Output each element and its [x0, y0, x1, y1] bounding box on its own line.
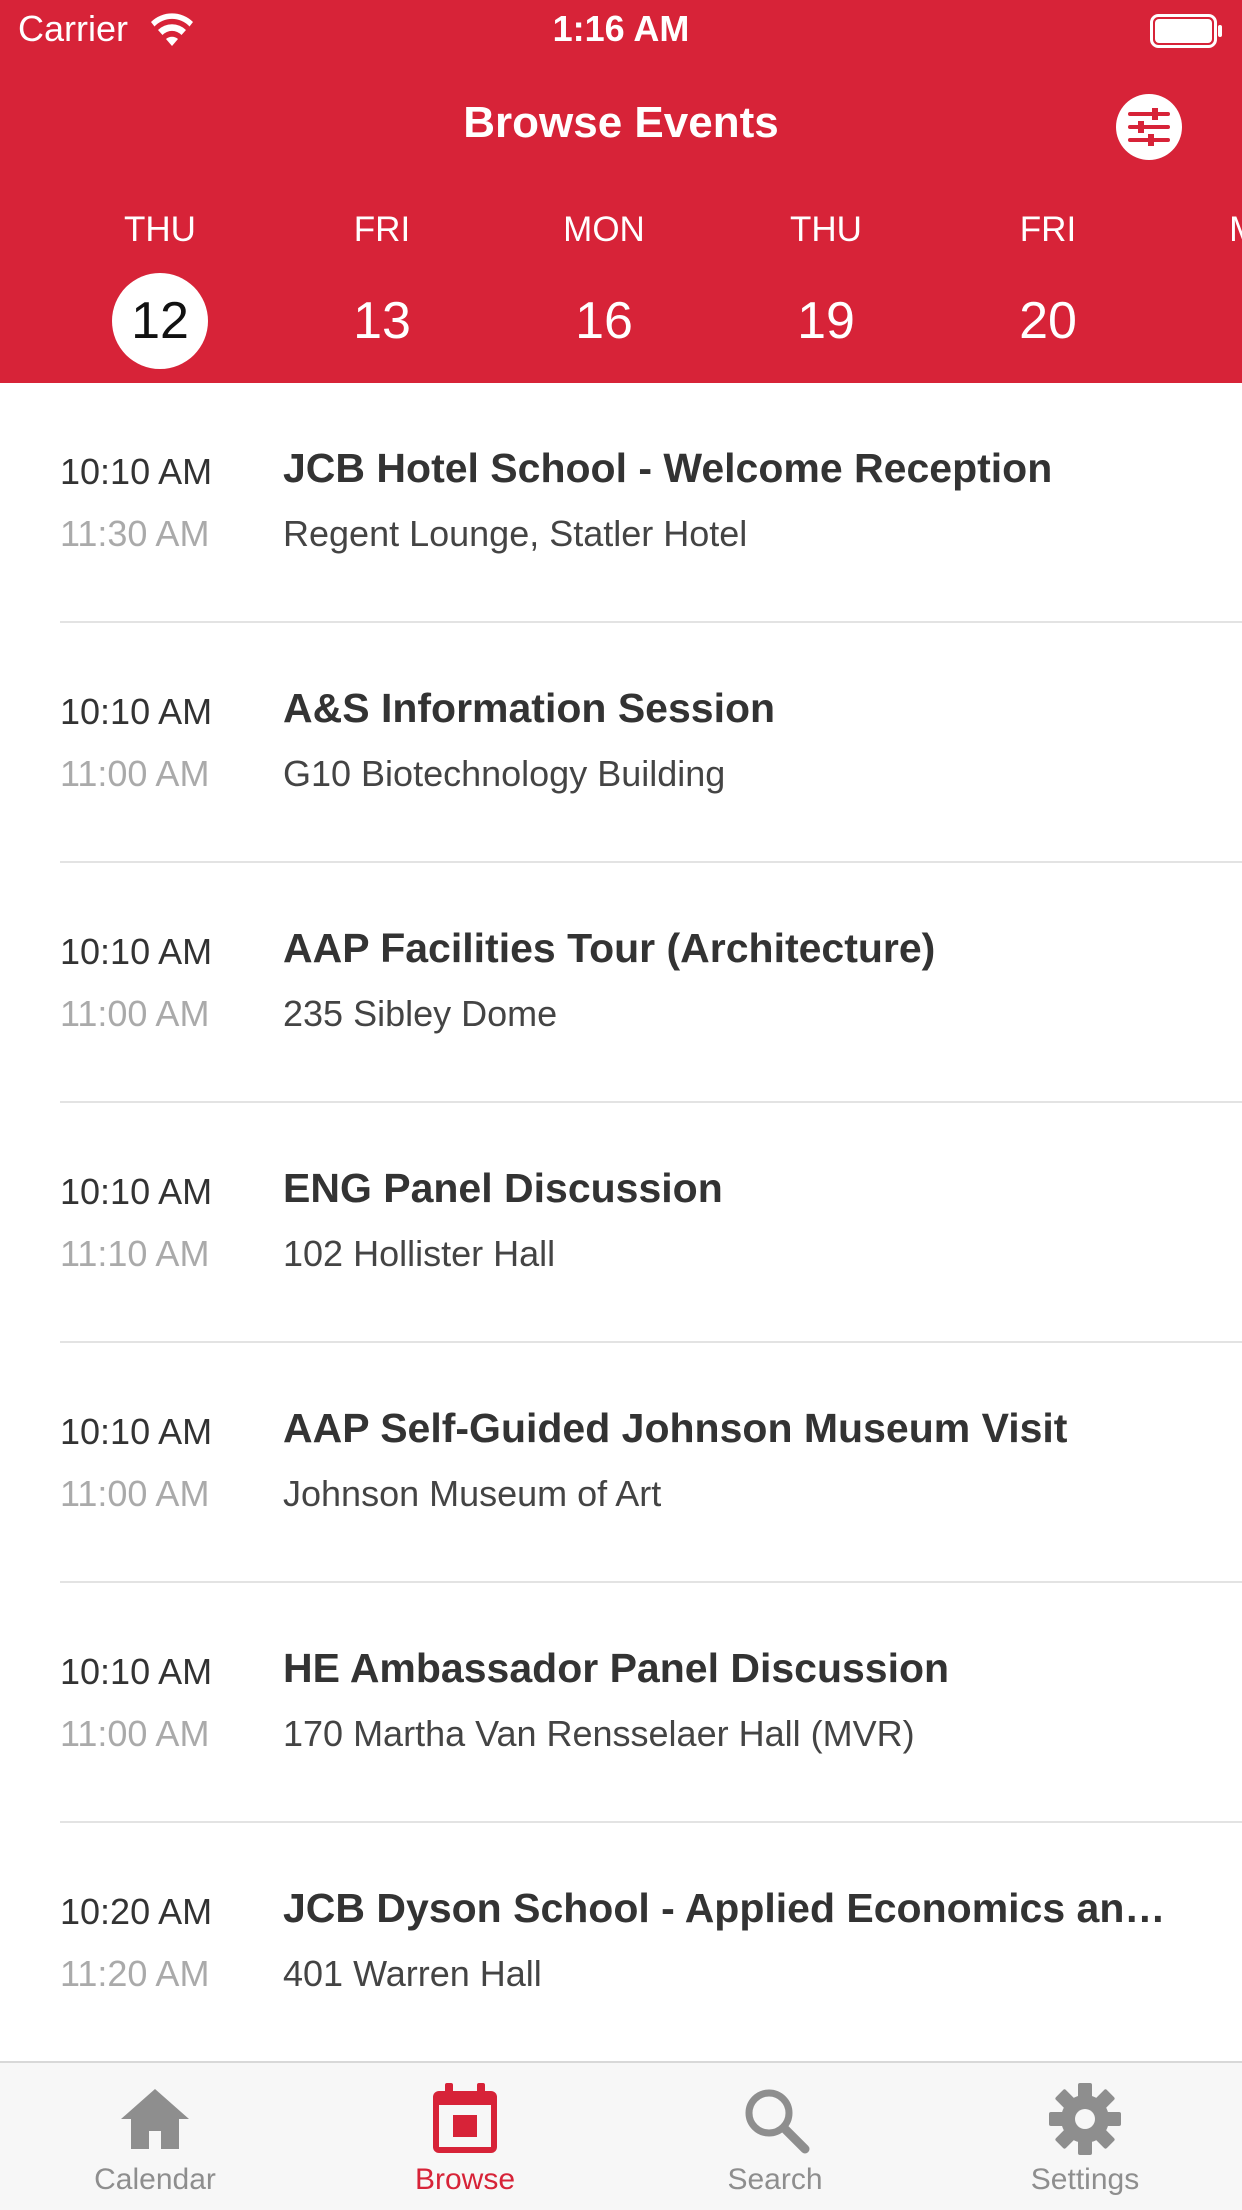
date-item[interactable]: FRI 13 — [302, 205, 462, 369]
date-day: 19 — [797, 292, 855, 350]
event-list: 10:10 AM 11:30 AM JCB Hotel School - Wel… — [0, 383, 1242, 2063]
event-title: HE Ambassador Panel Discussion — [283, 1645, 950, 1691]
event-start-time: 10:10 AM — [60, 1411, 213, 1452]
event-start-time: 10:10 AM — [60, 1651, 213, 1692]
event-row[interactable]: 10:10 AM 11:00 AM A&S Information Sessio… — [0, 623, 1242, 863]
event-row[interactable]: 10:10 AM 11:10 AM ENG Panel Discussion 1… — [0, 1103, 1242, 1343]
header: Carrier 1:16 AM Browse Events THU 12 FRI… — [0, 0, 1242, 383]
date-weekday: MON — [563, 210, 645, 249]
event-title: ENG Panel Discussion — [283, 1165, 723, 1211]
event-start-time: 10:10 AM — [60, 451, 213, 492]
date-item[interactable]: THU 19 — [746, 205, 906, 369]
event-row[interactable]: 10:10 AM 11:30 AM JCB Hotel School - Wel… — [0, 383, 1242, 623]
battery-icon — [1150, 14, 1222, 48]
tab-label: Search — [727, 2163, 823, 2196]
event-location: 235 Sibley Dome — [283, 993, 558, 1034]
event-location: Johnson Museum of Art — [283, 1473, 662, 1514]
date-weekday: THU — [790, 210, 862, 249]
tab-browse[interactable]: Browse — [310, 2063, 620, 2210]
event-row[interactable]: 10:10 AM 11:00 AM HE Ambassador Panel Di… — [0, 1583, 1242, 1823]
event-end-time: 11:30 AM — [60, 513, 210, 554]
page-title: Browse Events — [463, 98, 779, 147]
date-day: 12 — [112, 273, 208, 369]
tab-label: Browse — [414, 2163, 516, 2196]
tab-bar: Calendar Browse Search Settings — [0, 2061, 1242, 2210]
date-weekday: FRI — [353, 210, 411, 249]
event-title: AAP Facilities Tour (Architecture) — [283, 925, 936, 971]
calendar-icon — [433, 2083, 497, 2153]
date-item[interactable]: FRI 20 — [968, 205, 1128, 369]
event-row[interactable]: 10:10 AM 11:00 AM AAP Self-Guided Johnso… — [0, 1343, 1242, 1583]
event-title: A&S Information Session — [283, 685, 776, 731]
event-location: 102 Hollister Hall — [283, 1233, 556, 1274]
tab-search[interactable]: Search — [620, 2063, 930, 2210]
date-item[interactable]: MON 16 — [524, 205, 684, 369]
event-start-time: 10:10 AM — [60, 1171, 213, 1212]
event-location: 401 Warren Hall — [283, 1953, 542, 1994]
tab-label: Calendar — [94, 2163, 216, 2196]
sliders-icon — [1128, 108, 1170, 146]
date-day: 20 — [1019, 292, 1077, 350]
tab-label: Settings — [1030, 2163, 1140, 2196]
status-bar: Carrier 1:16 AM — [0, 0, 1242, 60]
tab-calendar[interactable]: Calendar — [0, 2063, 310, 2210]
event-row[interactable]: 10:10 AM 11:00 AM AAP Facilities Tour (A… — [0, 863, 1242, 1103]
date-strip: THU 12 FRI 13 MON 16 THU 19 FRI 20 MON 2… — [0, 205, 1242, 375]
event-end-time: 11:00 AM — [60, 1713, 210, 1754]
event-row[interactable]: 10:20 AM 11:20 AM JCB Dyson School - App… — [0, 1823, 1242, 2063]
event-end-time: 11:00 AM — [60, 1473, 210, 1514]
event-end-time: 11:00 AM — [60, 753, 210, 794]
date-item[interactable]: MON 23 — [1190, 205, 1242, 369]
event-location: 170 Martha Van Rensselaer Hall (MVR) — [283, 1713, 915, 1754]
date-day: 13 — [353, 292, 411, 350]
filter-button[interactable] — [1116, 94, 1182, 160]
status-time: 1:16 AM — [552, 8, 690, 49]
event-title: JCB Dyson School - Applied Economics and… — [283, 1885, 1183, 1931]
event-title: JCB Hotel School - Welcome Reception — [283, 445, 1053, 491]
event-location: G10 Biotechnology Building — [283, 753, 726, 794]
event-end-time: 11:20 AM — [60, 1953, 210, 1994]
event-end-time: 11:10 AM — [60, 1233, 210, 1274]
event-end-time: 11:00 AM — [60, 993, 210, 1034]
event-location: Regent Lounge, Statler Hotel — [283, 513, 748, 554]
event-start-time: 10:10 AM — [60, 691, 213, 732]
event-start-time: 10:20 AM — [60, 1891, 213, 1932]
gear-icon — [1049, 2083, 1121, 2155]
date-day: 23 — [1222, 273, 1242, 369]
date-weekday: FRI — [1019, 210, 1077, 249]
date-item[interactable]: THU 12 — [80, 205, 240, 369]
search-icon — [745, 2089, 810, 2154]
date-weekday: MON — [1190, 205, 1242, 255]
date-weekday: THU — [124, 210, 196, 249]
event-title: AAP Self-Guided Johnson Museum Visit — [283, 1405, 1068, 1451]
home-icon — [121, 2089, 189, 2149]
date-day: 16 — [575, 292, 633, 350]
event-start-time: 10:10 AM — [60, 931, 213, 972]
tab-settings[interactable]: Settings — [930, 2063, 1240, 2210]
